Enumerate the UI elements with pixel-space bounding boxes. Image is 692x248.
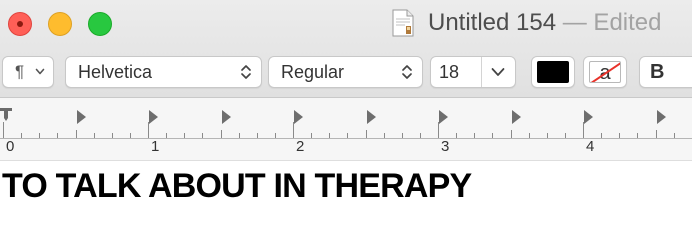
close-icon	[17, 21, 23, 27]
left-margin-marker	[0, 108, 12, 121]
font-family-value: Helvetica	[78, 62, 153, 82]
tab-stop-marker	[222, 110, 231, 124]
chevron-up-down-icon	[241, 65, 251, 79]
title-bar: Untitled 154 — Edited ¶ Helvetica Regula…	[0, 0, 692, 98]
combo-divider	[481, 57, 482, 87]
chevron-down-icon	[35, 68, 45, 75]
ruler-number: 3	[441, 138, 450, 155]
tab-stop-marker	[77, 110, 86, 124]
tab-stop-marker	[512, 110, 521, 124]
bold-label: B	[650, 61, 665, 83]
tab-stop-marker	[657, 110, 666, 124]
chevron-up-down-icon	[402, 65, 412, 79]
tab-stop-marker	[294, 110, 303, 124]
text-color-swatch	[537, 61, 569, 83]
document-icon	[392, 9, 414, 37]
ruler-number: 0	[6, 138, 15, 155]
font-size-combo[interactable]: 18	[430, 56, 516, 88]
window-title: Untitled 154 — Edited	[428, 9, 661, 37]
paragraph-style-button[interactable]: ¶	[2, 56, 54, 88]
tab-stop-marker	[584, 110, 593, 124]
document-area[interactable]: TO TALK ABOUT IN THERAPY	[0, 161, 692, 248]
font-style-value: Regular	[281, 62, 345, 82]
ruler-number: 4	[586, 138, 595, 155]
minimize-button[interactable]	[48, 12, 72, 36]
ruler[interactable]: 0 1 2 3 4	[0, 98, 692, 161]
tab-stop-marker	[367, 110, 376, 124]
highlight-color-button[interactable]: a	[583, 56, 627, 88]
edited-indicator: — Edited	[556, 9, 662, 36]
font-style-select[interactable]: Regular	[268, 56, 423, 88]
chevron-down-icon[interactable]	[490, 65, 506, 79]
zoom-button[interactable]	[88, 12, 112, 36]
font-family-select[interactable]: Helvetica	[65, 56, 262, 88]
paragraph-icon: ¶	[15, 62, 25, 81]
bold-button[interactable]: B	[639, 56, 692, 88]
close-button[interactable]	[8, 12, 32, 36]
tab-stop-marker	[149, 110, 158, 124]
font-size-input[interactable]: 18	[439, 57, 459, 87]
document-text[interactable]: TO TALK ABOUT IN THERAPY	[2, 167, 472, 206]
ruler-number: 1	[151, 138, 160, 155]
text-color-button[interactable]	[531, 56, 575, 88]
tab-stop-marker	[439, 110, 448, 124]
no-highlight-swatch: a	[589, 61, 621, 83]
document-name: Untitled 154	[428, 9, 557, 36]
ruler-number: 2	[296, 138, 305, 155]
